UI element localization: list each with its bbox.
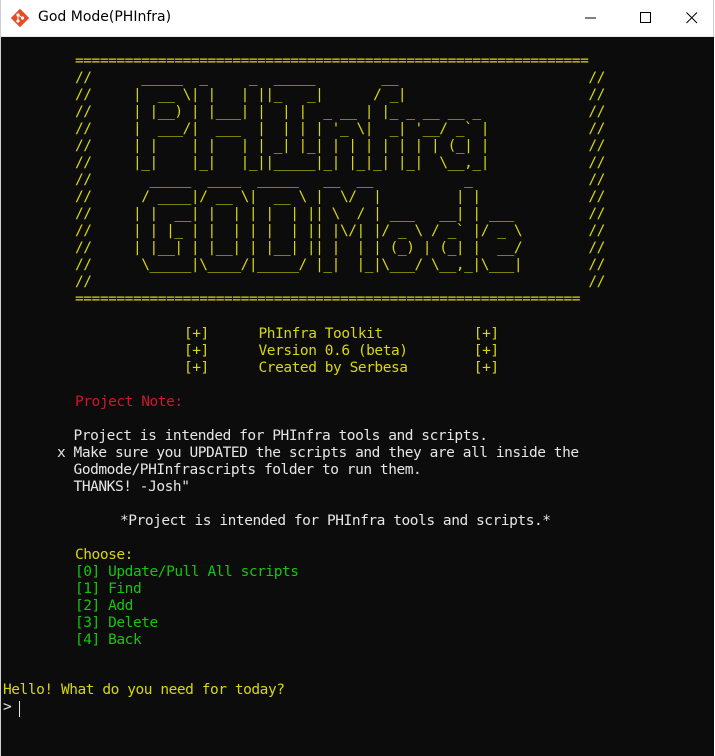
input-cursor[interactable] [19, 701, 20, 717]
menu-heading: Choose: [75, 547, 133, 563]
project-note-heading: Project Note: [75, 394, 183, 410]
banner-art-line: // | | __| | | | | | || \ / | ___ __| | … [75, 206, 605, 222]
banner-art-line: // |_| |_| |_||_____|_| |_|_| |_| \__,_|… [75, 155, 605, 171]
banner-art-line: // | ___/| ___ | | | | '_ \| _| '__/ _` … [75, 121, 605, 137]
close-button[interactable] [669, 0, 715, 36]
question-text: Hello! What do you need for today? [3, 682, 285, 698]
menu-option-add[interactable]: [2] Add [75, 598, 133, 615]
banner-art-line: // \_____|\____/|_____/ |_| |_|\___/ \__… [75, 257, 605, 273]
banner-art-line: // _____ ____ _____ __ __ _ // [75, 172, 605, 188]
window-title: God Mode(PHInfra) [38, 9, 172, 25]
info-line-author: [+] Created by Serbesa [+] [184, 360, 499, 376]
banner-art-line: // | | | | | | _| |_| | | | | | | | (_| … [75, 138, 605, 154]
banner-border-top: ========================================… [75, 53, 589, 69]
note-emphasis: *Project is intended for PHInfra tools a… [120, 513, 551, 529]
note-body-line: x Make sure you UPDATED the scripts and … [57, 445, 579, 461]
note-body-line: THANKS! -Josh" [57, 479, 190, 495]
banner-art-line: // | |__) | |___| | | | _ __ | |_ _ __ _… [75, 104, 605, 120]
maximize-icon [640, 12, 651, 23]
menu-option-delete[interactable]: [3] Delete [75, 615, 158, 632]
maximize-button[interactable] [623, 0, 669, 36]
console-output[interactable]: ========================================… [1, 37, 714, 756]
close-icon [686, 12, 698, 24]
menu-option-update[interactable]: [0] Update/Pull All scripts [75, 564, 299, 581]
menu-option-find[interactable]: [1] Find [75, 581, 142, 598]
note-body-line: Project is intended for PHInfra tools an… [57, 428, 488, 444]
menu-option-back[interactable]: [4] Back [75, 632, 142, 649]
banner-art-line: // / ____|/ __ \| __ \ | \/ | | | // [75, 189, 605, 205]
console-window: God Mode(PHInfra) ======================… [0, 0, 714, 756]
banner-art-line: // | | |_ | | | | | | || |\/| |/ _ \ / _… [75, 223, 605, 239]
banner-art-line: // _____ _ _ _____ __ // [75, 70, 605, 86]
title-bar[interactable]: God Mode(PHInfra) [1, 0, 713, 37]
info-line-toolkit: [+] PhInfra Toolkit [+] [184, 326, 499, 342]
note-body-line: Godmode/PHInfrascripts folder to run the… [57, 462, 422, 478]
prompt-symbol: > [3, 699, 12, 715]
banner-art-line: // | |__| | |__| | |__| || | | | (_) | (… [75, 240, 605, 256]
banner-art-line: // | __ \| | | ||_ _| / _| // [75, 87, 605, 103]
banner-border-bottom: ========================================… [75, 291, 581, 307]
git-diamond-icon [10, 8, 30, 28]
minimize-icon [585, 17, 596, 19]
info-line-version: [+] Version 0.6 (beta) [+] [184, 343, 499, 359]
banner-art-line: // // [75, 274, 605, 290]
minimize-button[interactable] [568, 0, 614, 36]
